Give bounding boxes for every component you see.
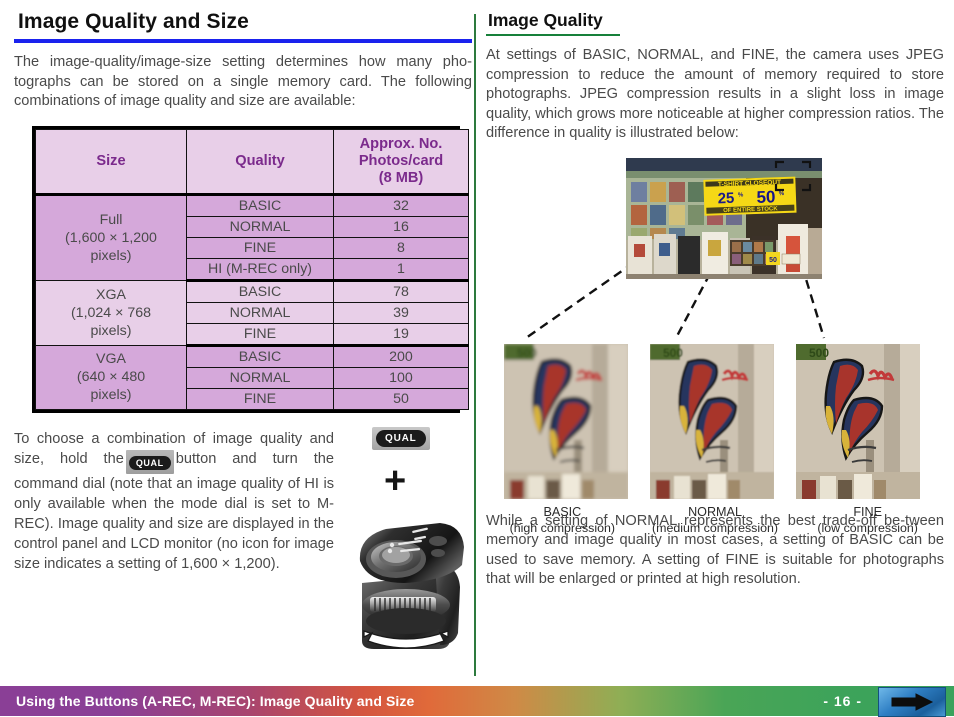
svg-text:50: 50 [756, 187, 776, 207]
image-quality-table: Size Quality Approx. No. Photos/card (8 … [35, 128, 469, 410]
table-row: Full (1,600 × 1,200 pixels) BASIC 32 [35, 193, 469, 281]
plus-symbol: + [384, 459, 407, 502]
table-header-photos-line1: Approx. No. [359, 135, 443, 152]
table-row: VGA (640 × 480 pixels) BASIC 200 [35, 344, 469, 410]
compression-comparison-figure: T-SHIRT CLOSEOUT 25 50 % % OF ENTIRE STO… [486, 152, 944, 535]
size-units: pixels) [90, 247, 132, 264]
table-cell-quality: NORMAL [186, 301, 334, 324]
svg-text:500: 500 [517, 346, 537, 360]
table-cell-quality: HI (M-REC only) [186, 257, 334, 282]
svg-text:500: 500 [663, 346, 683, 360]
qual-button-label: QUAL [128, 455, 171, 470]
crop-sample-basic: 500 [504, 343, 628, 499]
sample-caption-fine: FINE (low compression) [791, 504, 944, 536]
table-header: Size Quality Approx. No. Photos/card (8 … [35, 128, 469, 196]
size-name: Full [99, 211, 123, 228]
table-cell-count: 100 [333, 366, 469, 389]
sample-caption-normal: NORMAL (medium compression) [639, 504, 792, 536]
next-page-button[interactable] [878, 687, 946, 717]
table-body: Full (1,600 × 1,200 pixels) BASIC 32 NOR… [35, 193, 469, 410]
table-cell-count: 200 [333, 344, 469, 368]
table-cell-quality: FINE [186, 387, 334, 410]
table-cell-count: 39 [333, 301, 469, 324]
section-title-underline [486, 34, 620, 36]
table-cell-size: XGA (1,024 × 768 pixels) [35, 279, 187, 346]
sample-sub-normal: (medium compression) [652, 520, 779, 535]
image-quality-table-wrapper: Size Quality Approx. No. Photos/card (8 … [32, 125, 469, 413]
footer-page-number: - 16 - [823, 693, 862, 709]
table-header-photos-line2: Photos/card [358, 152, 444, 169]
table-cell-count: 1 [333, 257, 469, 282]
qual-button-inline: QUAL [125, 449, 174, 474]
svg-text:500: 500 [809, 346, 829, 360]
page-footer: Using the Buttons (A-REC, M-REC): Image … [0, 686, 954, 717]
crop-sample-normal: 500 [650, 343, 774, 499]
qual-button-graphic-label: QUAL [376, 429, 426, 447]
table-header-photos-line3: (8 MB) [378, 169, 424, 186]
main-photo-storefront: T-SHIRT CLOSEOUT 25 50 % % OF ENTIRE STO… [626, 157, 822, 279]
svg-text:%: % [779, 190, 785, 196]
camera-top-illustration [359, 522, 464, 649]
right-intro-paragraph: At settings of BASIC, NORMAL, and FINE, … [486, 47, 944, 141]
size-name: VGA [96, 351, 126, 368]
left-intro-paragraph: The image-quality/image-size setting det… [14, 54, 472, 110]
table-cell-count: 50 [333, 387, 469, 410]
page-title: Image Quality and Size [18, 10, 249, 33]
sample-captions: BASIC (high compression) NORMAL (medium … [486, 504, 944, 536]
table-header-photos: Approx. No. Photos/card (8 MB) [333, 128, 469, 196]
size-dims: (640 × 480 [76, 369, 146, 386]
sample-label-fine: FINE [853, 504, 883, 519]
table-cell-count: 32 [333, 193, 469, 217]
qual-button-graphic: QUAL [372, 426, 430, 450]
table-cell-quality: NORMAL [186, 366, 334, 389]
svg-text:25: 25 [717, 189, 734, 207]
sample-caption-basic: BASIC (high compression) [486, 504, 639, 536]
table-header-quality: Quality [186, 128, 334, 196]
svg-text:50: 50 [769, 257, 777, 264]
column-divider [474, 14, 476, 676]
size-units: pixels) [90, 387, 132, 404]
table-cell-count: 78 [333, 279, 469, 303]
instructions-post: button and turn the command dial (note t… [14, 450, 334, 572]
table-cell-quality: BASIC [186, 279, 334, 303]
svg-text:%: % [738, 192, 744, 198]
camera-illustration: QUAL + [354, 425, 472, 655]
right-arrow-icon [891, 693, 934, 711]
instructions-paragraph: To choose a combination of image quality… [14, 429, 334, 574]
size-name: XGA [96, 286, 126, 303]
table-cell-count: 16 [333, 215, 469, 238]
table-cell-count: 19 [333, 322, 469, 347]
table-cell-quality: FINE [186, 236, 334, 259]
size-dims: (1,024 × 768 [70, 304, 152, 321]
table-cell-quality: BASIC [186, 193, 334, 217]
table-cell-size: VGA (640 × 480 pixels) [35, 344, 187, 410]
size-dims: (1,600 × 1,200 [65, 229, 157, 246]
sample-sub-fine: (low compression) [817, 520, 918, 535]
instructions-block: To choose a combination of image quality… [14, 426, 472, 649]
manual-page: Image Quality and Size The image-quality… [0, 0, 954, 717]
table-cell-quality: FINE [186, 322, 334, 347]
size-units: pixels) [90, 322, 132, 339]
right-column: Image Quality At settings of BASIC, NORM… [486, 10, 944, 670]
crop-sample-fine: 500 [796, 343, 920, 499]
table-row: XGA (1,024 × 768 pixels) BASIC 78 [35, 279, 469, 346]
sample-label-normal: NORMAL [688, 504, 742, 519]
sample-label-basic: BASIC [543, 504, 582, 519]
table-cell-size: Full (1,600 × 1,200 pixels) [35, 193, 187, 281]
section-title-image-quality: Image Quality [488, 10, 603, 30]
table-cell-count: 8 [333, 236, 469, 259]
footer-breadcrumb: Using the Buttons (A-REC, M-REC): Image … [16, 693, 415, 709]
sample-sub-basic: (high compression) [509, 520, 616, 535]
table-cell-quality: NORMAL [186, 215, 334, 238]
table-header-size: Size [35, 128, 187, 196]
table-cell-quality: BASIC [186, 344, 334, 368]
left-column: Image Quality and Size The image-quality… [14, 10, 472, 670]
title-underline [14, 39, 472, 44]
